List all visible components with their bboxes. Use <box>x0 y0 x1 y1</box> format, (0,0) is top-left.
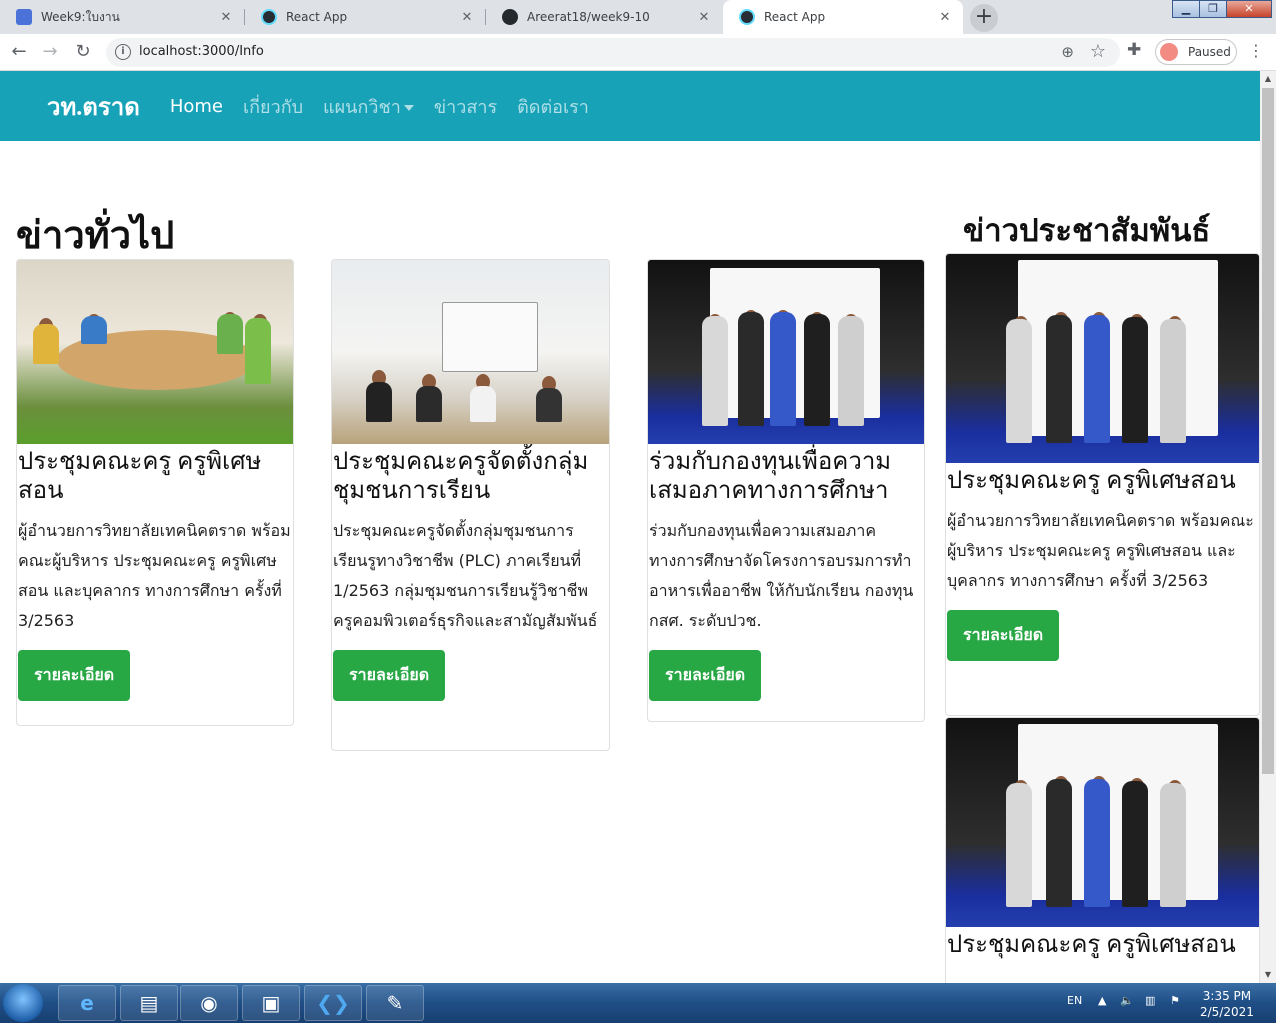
file-explorer-icon[interactable]: ▤ <box>120 985 178 1021</box>
site-navbar: วท.ตราด Home เกี่ยวกับ แผนกวิชา ข่าวสาร … <box>0 71 1260 141</box>
reload-icon[interactable]: ↻ <box>71 40 95 64</box>
pr-news-card: ประชุมคณะครู ครูพิเศษสอน <box>945 717 1260 983</box>
pr-news-heading: ข่าวประชาสัมพันธ์ <box>963 213 1211 248</box>
card-text: ผู้อำนวยการวิทยาลัยเทคนิคตราด พร้อมคณะผู… <box>18 521 291 630</box>
site-info-icon[interactable]: i <box>115 44 131 60</box>
tab-github[interactable]: Areerat18/week9-10 ✕ <box>486 0 722 34</box>
close-tab-icon[interactable]: ✕ <box>459 10 475 25</box>
clock-date: 2/5/2021 <box>1200 1005 1254 1019</box>
terminal-icon[interactable]: ▣ <box>242 985 300 1021</box>
pr-news-card: ประชุมคณะครู ครูพิเศษสอน ผู้อำนวยการวิทย… <box>945 253 1260 716</box>
details-button[interactable]: รายละเอียด <box>649 650 762 701</box>
profile-status: Paused <box>1188 45 1231 59</box>
minimize-button[interactable]: ▁ <box>1172 0 1200 18</box>
scroll-down-arrow-icon[interactable]: ▼ <box>1260 967 1276 983</box>
react-icon <box>261 9 277 25</box>
tab-title: Areerat18/week9-10 <box>527 10 650 24</box>
language-indicator[interactable]: EN <box>1067 994 1082 1007</box>
team-photo <box>946 718 1259 927</box>
clock-time: 3:35 PM <box>1202 989 1252 1003</box>
vertical-scrollbar[interactable]: ▲ ▼ <box>1260 71 1276 983</box>
extensions-icon[interactable]: ✚ <box>1127 40 1141 60</box>
windows-taskbar: e ▤ ◉ ▣ ❮❯ ✎ EN ▲ 🔈 ▥ ⚑ 3:35 PM 2/5/2021 <box>0 983 1276 1023</box>
nav-home[interactable]: Home <box>170 96 223 117</box>
site-brand[interactable]: วท.ตราด <box>47 87 140 126</box>
news-card: ประชุมคณะครู ครูพิเศษสอน ผู้อำนวยการวิทย… <box>16 259 294 726</box>
card-text: ประชุมคณะครูจัดตั้งกลุ่มชุมชนการเรียนรูท… <box>333 521 598 630</box>
browser-toolbar: ← → ↻ i localhost:3000/Info ⊕ ☆ <box>0 34 1276 71</box>
tab-react-app-1[interactable]: React App ✕ <box>245 0 485 34</box>
tab-title: React App <box>764 10 826 24</box>
scrollbar-thumb[interactable] <box>1262 88 1274 774</box>
card-title: ประชุมคณะครูจัดตั้งกลุ่มชุมชนการเรียน <box>333 449 589 504</box>
page-viewport: วท.ตราด Home เกี่ยวกับ แผนกวิชา ข่าวสาร … <box>0 71 1260 983</box>
tray-arrow-icon[interactable]: ▲ <box>1098 994 1106 1007</box>
news-card: ประชุมคณะครูจัดตั้งกลุ่มชุมชนการเรียน ปร… <box>331 259 610 751</box>
nav-contact[interactable]: ติดต่อเรา <box>517 92 589 121</box>
close-tab-icon[interactable]: ✕ <box>937 10 953 25</box>
maximize-button[interactable]: ❐ <box>1199 0 1227 18</box>
details-button[interactable]: รายละเอียด <box>18 650 131 701</box>
card-title: ร่วมกับกองทุนเพื่อความเสมอภาคทางการศึกษา <box>649 449 892 504</box>
network-icon[interactable]: ▥ <box>1145 994 1155 1007</box>
tab-title: React App <box>286 10 348 24</box>
action-center-icon[interactable]: ⚑ <box>1170 994 1180 1007</box>
notepad-icon[interactable]: ✎ <box>366 985 424 1021</box>
card-text: ผู้อำนวยการวิทยาลัยเทคนิคตราด พร้อมคณะผู… <box>947 511 1254 590</box>
avatar <box>1160 43 1178 61</box>
tab-title: Week9:ใบงาน <box>41 9 120 24</box>
vscode-icon[interactable]: ❮❯ <box>304 985 362 1021</box>
card-title: ประชุมคณะครู ครูพิเศษสอน <box>18 449 262 504</box>
details-button[interactable]: รายละเอียด <box>333 650 446 701</box>
scroll-up-arrow-icon[interactable]: ▲ <box>1260 71 1276 87</box>
close-tab-icon[interactable]: ✕ <box>218 10 234 25</box>
nav-departments-dropdown[interactable]: แผนกวิชา <box>323 92 414 121</box>
nav-news[interactable]: ข่าวสาร <box>434 92 497 121</box>
tab-react-app-active[interactable]: React App ✕ <box>723 0 963 34</box>
tab-week9[interactable]: Week9:ใบงาน ✕ <box>0 0 244 34</box>
team-photo <box>648 260 924 444</box>
bookmark-star-icon[interactable]: ☆ <box>1090 41 1106 62</box>
tab-strip: Week9:ใบงาน ✕ React App ✕ Areerat18/week… <box>0 0 1276 34</box>
card-text: ร่วมกับกองทุนเพื่อความเสมอภาคทางการศึกษา… <box>649 521 914 630</box>
react-icon <box>739 9 755 25</box>
zoom-icon[interactable]: ⊕ <box>1061 43 1074 61</box>
general-news-heading: ข่าวทั่วไป <box>16 215 175 257</box>
menu-kebab-icon[interactable]: ⋮ <box>1248 41 1264 60</box>
news-card: ร่วมกับกองทุนเพื่อความเสมอภาคทางการศึกษา… <box>647 259 925 722</box>
nav-departments-label: แผนกวิชา <box>323 96 401 118</box>
github-icon <box>502 9 518 25</box>
url-text[interactable]: localhost:3000/Info <box>139 44 264 59</box>
nav-about[interactable]: เกี่ยวกับ <box>243 92 303 121</box>
details-button[interactable]: รายละเอียด <box>947 610 1060 661</box>
profile-button[interactable]: Paused <box>1155 39 1237 65</box>
ie-icon[interactable]: e <box>58 985 116 1021</box>
card-title: ประชุมคณะครู ครูพิเศษสอน <box>947 468 1236 494</box>
back-arrow-icon[interactable]: ← <box>7 40 31 64</box>
card-title: ประชุมคณะครู ครูพิเศษสอน <box>947 932 1236 958</box>
start-button[interactable] <box>3 984 43 1022</box>
seminar-photo <box>332 260 609 444</box>
bookmark-icon <box>16 9 32 25</box>
chrome-icon[interactable]: ◉ <box>180 985 238 1021</box>
close-window-button[interactable]: ✕ <box>1226 0 1272 18</box>
close-tab-icon[interactable]: ✕ <box>696 10 712 25</box>
new-tab-button[interactable]: + <box>970 4 998 32</box>
address-bar[interactable]: i localhost:3000/Info ⊕ ☆ <box>106 38 1120 67</box>
forward-arrow-icon[interactable]: → <box>38 40 62 64</box>
meeting-photo <box>17 260 293 444</box>
taskbar-clock[interactable]: 3:35 PM 2/5/2021 <box>1200 988 1254 1020</box>
volume-icon[interactable]: 🔈 <box>1120 994 1134 1007</box>
caret-down-icon <box>403 104 414 111</box>
team-photo <box>946 254 1259 463</box>
